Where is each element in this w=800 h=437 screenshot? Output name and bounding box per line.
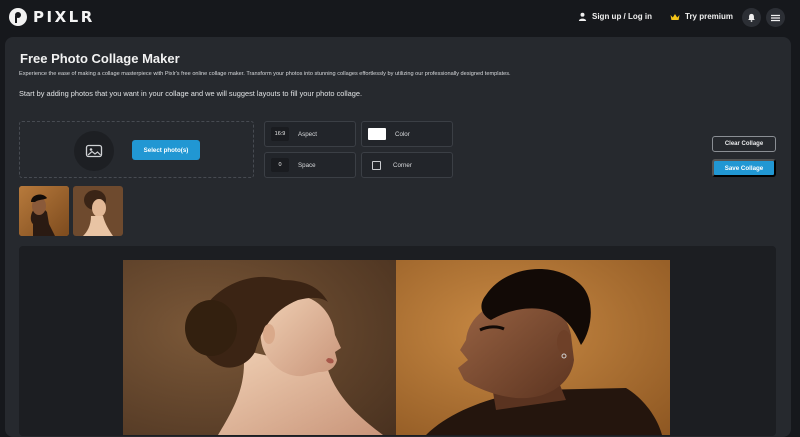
crown-icon xyxy=(670,13,680,20)
collage-cell[interactable] xyxy=(123,260,396,435)
page-description: Experience the ease of making a collage … xyxy=(19,71,511,77)
space-value: 0 xyxy=(271,158,289,172)
man-portrait-thumbnail-image xyxy=(19,186,69,236)
clear-collage-button[interactable]: Clear Collage xyxy=(712,136,776,152)
page-title: Free Photo Collage Maker xyxy=(20,51,180,66)
corner-option[interactable]: Corner xyxy=(361,152,453,178)
aspect-option[interactable]: 16:9 Aspect xyxy=(264,121,356,147)
corner-checkbox[interactable] xyxy=(372,160,381,170)
user-icon xyxy=(578,12,587,21)
space-option[interactable]: 0 Space xyxy=(264,152,356,178)
aspect-value: 16:9 xyxy=(271,127,289,141)
collage-preview[interactable] xyxy=(123,260,670,435)
top-bar: PIXLR Sign up / Log in Try premium xyxy=(0,0,800,36)
photo-thumbnail[interactable] xyxy=(19,186,69,236)
woman-profile-photo xyxy=(123,260,396,435)
save-collage-button[interactable]: Save Collage xyxy=(712,159,776,177)
notifications-button[interactable] xyxy=(742,8,761,27)
woman-portrait-thumbnail-image xyxy=(73,186,123,236)
space-label: Space xyxy=(298,161,316,169)
bell-icon xyxy=(748,13,755,22)
instructions-text: Start by adding photos that you want in … xyxy=(19,89,363,98)
corner-label: Corner xyxy=(393,161,412,169)
add-image-icon xyxy=(74,131,114,171)
color-option[interactable]: Color xyxy=(361,121,453,147)
pixlr-logo[interactable]: PIXLR xyxy=(9,8,95,26)
signup-label: Sign up / Log in xyxy=(592,12,652,21)
color-swatch xyxy=(368,128,386,140)
pixlr-logo-icon xyxy=(9,8,27,26)
try-premium-button[interactable]: Try premium xyxy=(670,12,733,21)
select-photos-button[interactable]: Select photo(s) xyxy=(132,140,200,160)
brand-name: PIXLR xyxy=(33,8,95,26)
man-profile-photo xyxy=(396,260,670,435)
photo-thumbnail[interactable] xyxy=(73,186,123,236)
photo-drop-zone[interactable]: Select photo(s) xyxy=(19,121,254,178)
signup-login-button[interactable]: Sign up / Log in xyxy=(578,12,652,21)
collage-cell[interactable] xyxy=(396,260,670,435)
aspect-label: Aspect xyxy=(298,130,317,138)
hamburger-menu-icon xyxy=(771,14,780,21)
menu-button[interactable] xyxy=(766,8,785,27)
premium-label: Try premium xyxy=(685,12,734,21)
color-label: Color xyxy=(395,130,410,138)
